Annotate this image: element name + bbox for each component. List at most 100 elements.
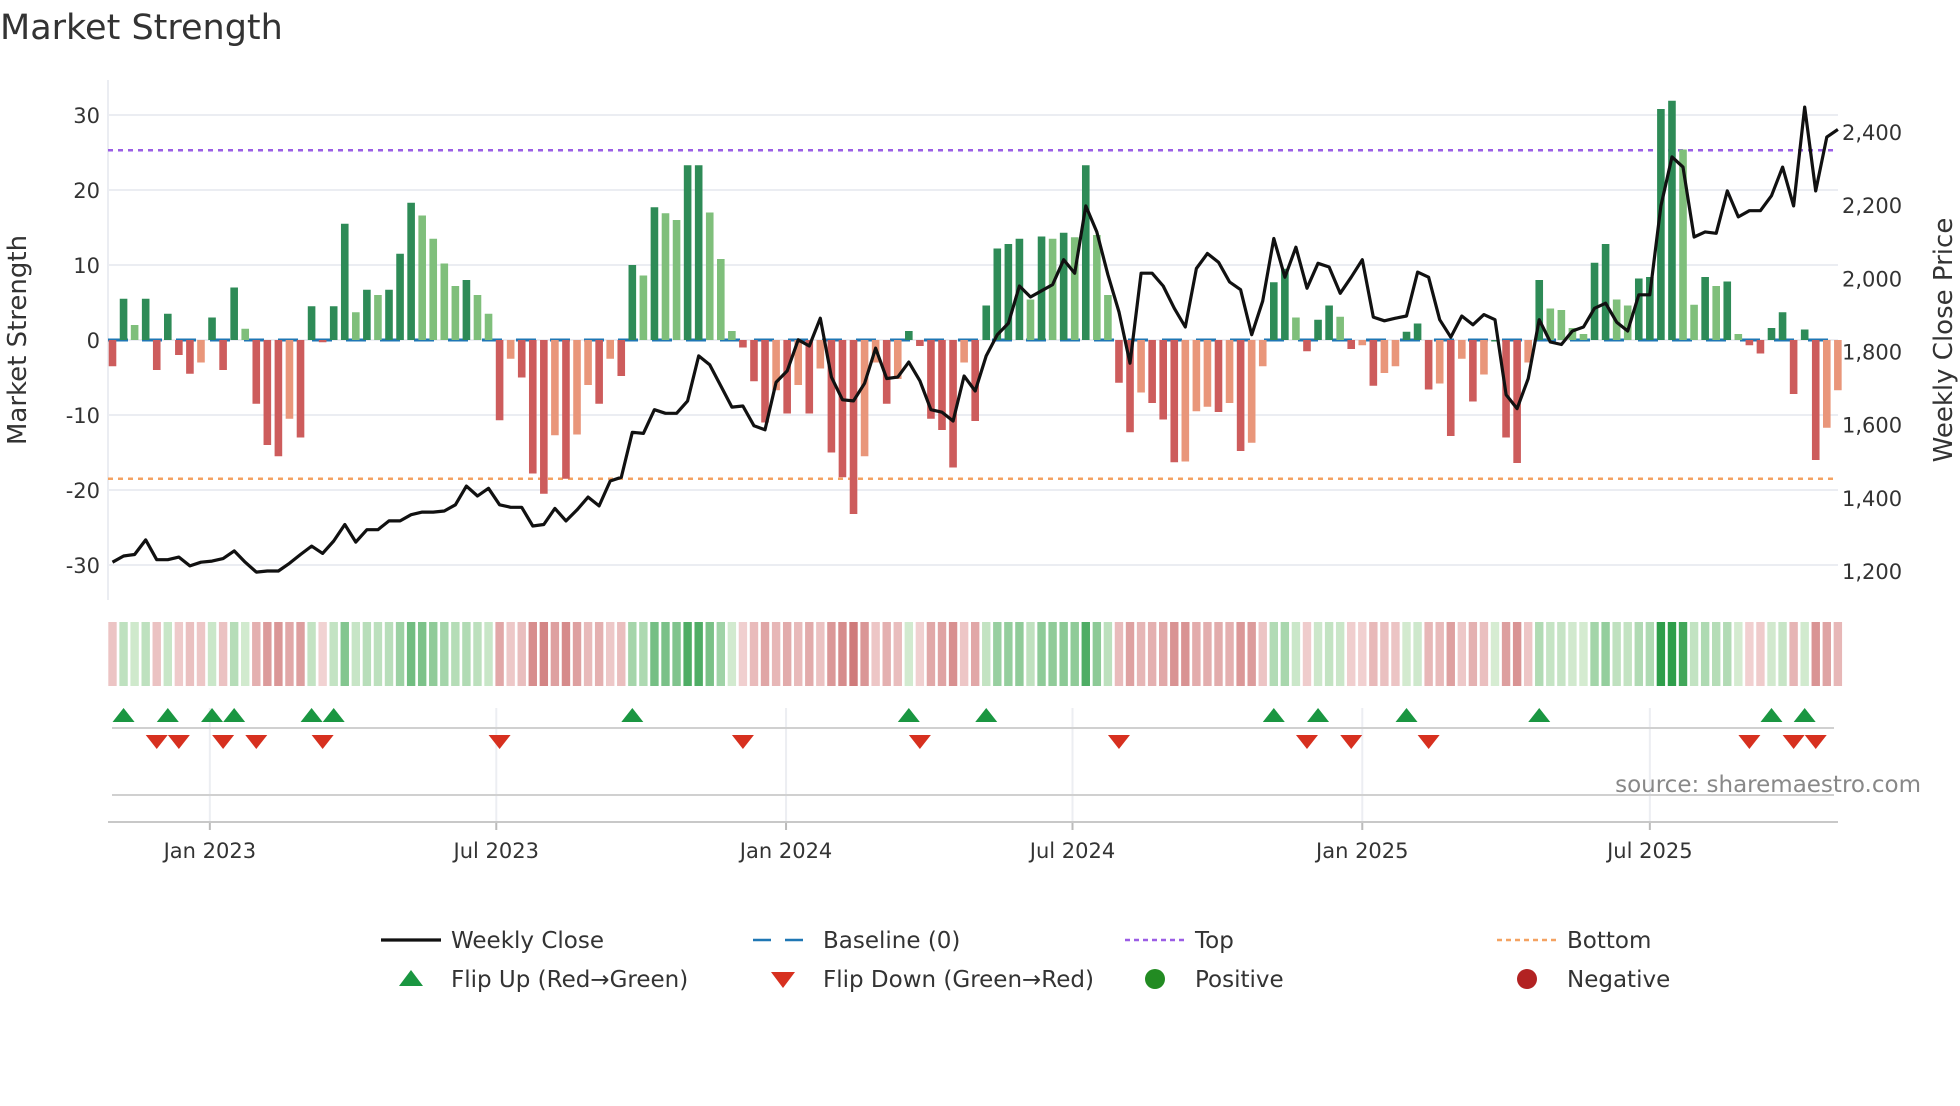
strength-bars (108, 100, 1842, 514)
heat-cell (893, 622, 902, 686)
strength-bar (1347, 340, 1356, 349)
strength-bar (1380, 340, 1389, 373)
heat-cell (572, 622, 582, 686)
heat-cell (1125, 622, 1135, 686)
heat-cell (351, 622, 361, 686)
strength-bar (661, 213, 670, 340)
flip-down-marker (1738, 735, 1761, 749)
x-tick-label: Jul 2023 (452, 839, 539, 863)
heat-cell (1822, 622, 1831, 686)
legend: Weekly Close Baseline (0) Top Bottom Flip Up… (381, 928, 1670, 993)
legend-label: Baseline (0) (823, 928, 960, 954)
heat-cell (451, 622, 460, 686)
x-tick-label: Jan 2023 (162, 839, 257, 863)
strength-bar (152, 340, 161, 370)
heat-cell (152, 622, 161, 686)
strength-bar (916, 340, 924, 346)
heat-cell (749, 622, 759, 686)
y-tick-label: -30 (66, 554, 100, 578)
heat-cell (760, 622, 770, 686)
heat-cell (1335, 622, 1345, 686)
heat-cell (1512, 622, 1522, 686)
x-axis: Jan 2023 Jul 2023 Jan 2024 Jul 2024 Jan 2025… (108, 727, 1838, 863)
flip-down-marker (1804, 735, 1827, 749)
heat-cell (937, 622, 947, 686)
flip-down-marker (311, 735, 334, 749)
strength-bar (1358, 340, 1367, 346)
strength-bar (672, 220, 681, 340)
strength-bar (805, 340, 814, 414)
flip-up-marker (322, 708, 345, 722)
strength-bar (982, 305, 991, 340)
heat-cell (1092, 622, 1102, 686)
heat-cell (1457, 622, 1467, 686)
heat-cell (163, 622, 172, 686)
legend-item-weekly-close: Weekly Close (381, 928, 604, 954)
strength-bar (506, 340, 515, 359)
flip-up-marker (223, 708, 246, 722)
y-right-tick-label: 1,200 (1842, 560, 1902, 584)
heat-cell (1380, 622, 1389, 686)
strength-bar (1745, 340, 1754, 346)
y-right-tick-label: 1,400 (1842, 487, 1902, 511)
heat-cell (296, 622, 305, 686)
strength-bar (1247, 340, 1256, 443)
heat-cell (1700, 622, 1710, 686)
heat-cell (771, 622, 781, 686)
y-tick-label: 0 (87, 329, 100, 353)
strength-bar (219, 340, 227, 370)
heat-cell (606, 622, 615, 686)
strength-bar (551, 340, 559, 436)
strength-bar (849, 340, 858, 514)
strength-bar (1712, 286, 1720, 340)
strength-bar (1081, 165, 1090, 340)
heat-cell (550, 622, 560, 686)
flip-down-marker (245, 735, 268, 749)
heat-cell (628, 622, 637, 686)
strength-bar (252, 340, 261, 404)
heat-cell (1723, 622, 1732, 686)
strength-bar (164, 313, 172, 340)
heat-cell (1601, 622, 1610, 686)
heat-cell (849, 622, 858, 686)
strength-bar (1800, 329, 1809, 340)
strength-bar (119, 298, 128, 340)
heat-cell (705, 622, 714, 686)
heat-cell (1435, 622, 1444, 686)
heat-cell (805, 622, 814, 686)
y-axis-label: Market Strength (3, 235, 33, 445)
flip-up-marker (1760, 708, 1783, 722)
heat-cell (1026, 622, 1035, 686)
heat-cell (1302, 622, 1312, 686)
strength-bar (1446, 340, 1455, 436)
heat-cell (1147, 622, 1157, 686)
grid (107, 80, 1838, 822)
strength-bar (1181, 340, 1190, 462)
strength-bar (429, 238, 438, 340)
legend-flip-up-icon (399, 970, 423, 986)
heat-cell (1479, 622, 1489, 686)
strength-bar (418, 215, 426, 340)
heat-cell (1037, 622, 1046, 686)
strength-bar (1601, 244, 1610, 340)
flip-down-marker (1107, 735, 1130, 749)
heat-cell (1634, 622, 1643, 686)
flip-down-marker (1417, 735, 1440, 749)
legend-label: Flip Down (Green→Red) (823, 967, 1094, 993)
heat-cell (1535, 622, 1544, 686)
heat-cell (307, 622, 316, 686)
heat-cell (1225, 622, 1234, 686)
y-tick-label: -10 (66, 404, 100, 428)
strength-bar (440, 263, 449, 340)
heat-cell (484, 622, 493, 686)
legend-label: Top (1194, 928, 1234, 954)
strength-bar (1767, 328, 1776, 340)
flip-up-marker (156, 708, 179, 722)
source-text: source: sharemaestro.com (1615, 772, 1921, 798)
heat-cell (1402, 622, 1411, 686)
heat-cell (738, 622, 748, 686)
heat-cell (1347, 622, 1356, 686)
heat-cell (1258, 622, 1267, 686)
heat-cell (1645, 622, 1655, 686)
strength-bar (1336, 316, 1344, 340)
